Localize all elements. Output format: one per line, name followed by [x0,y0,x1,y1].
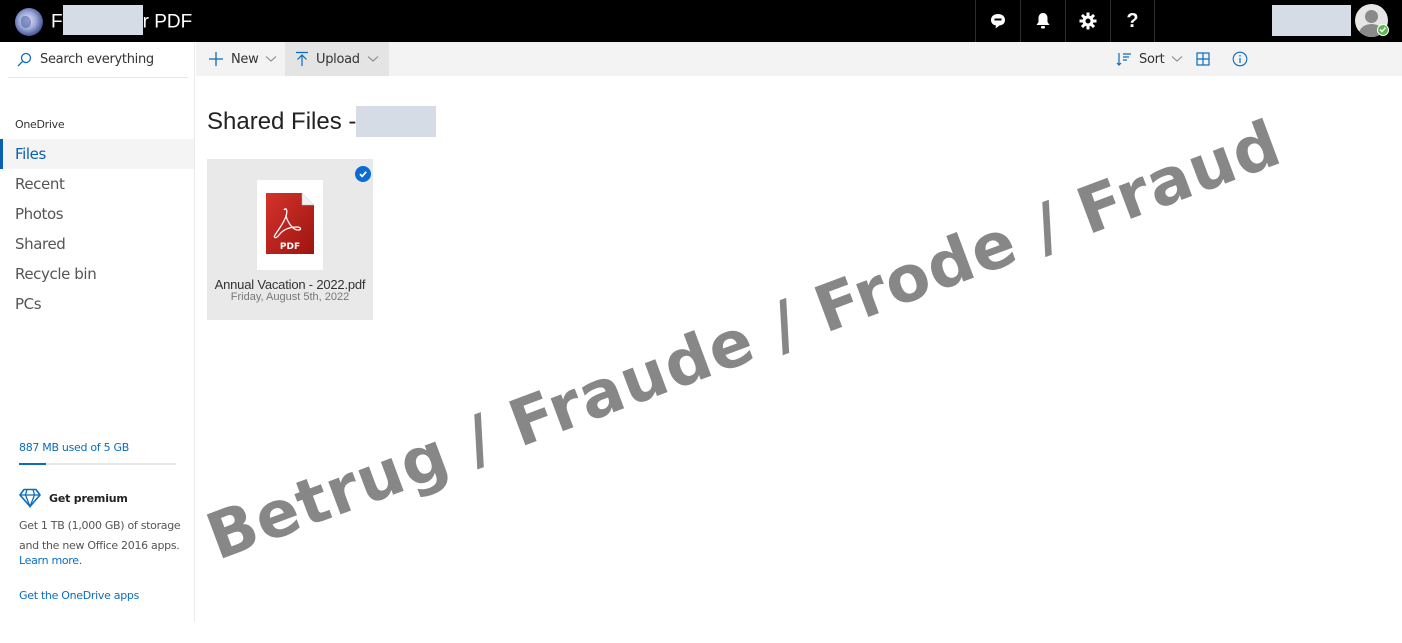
sort-icon [1116,53,1131,66]
chevron-down-icon [266,56,277,62]
nav-list: Files Recent Photos Shared Recycle bin P… [0,139,194,319]
diamond-icon [19,488,41,508]
new-label: New [231,51,259,67]
redacted-block [356,106,436,137]
app-title-prefix: F [51,11,63,33]
feedback-button[interactable] [975,0,1020,42]
globe-logo-icon [15,8,43,36]
chevron-down-icon [1172,56,1183,62]
pdf-file-icon: PDF [266,193,314,254]
learn-more-link[interactable]: Learn more. [19,554,82,567]
view-toggle-button[interactable] [1193,42,1213,76]
chevron-down-icon [367,56,379,62]
plus-icon [209,52,223,66]
presence-online-icon [1377,24,1389,36]
section-heading: OneDrive [15,118,65,131]
app-title: Fr PDF [51,5,193,35]
avatar-head-shape [1365,10,1378,23]
settings-button[interactable] [1065,0,1110,42]
file-tile[interactable]: PDF Annual Vacation - 2022.pdf Friday, A… [207,159,373,320]
top-bar: Fr PDF ? [0,0,1402,42]
new-button[interactable]: New [196,42,287,76]
get-apps-link[interactable]: Get the OneDrive apps [19,589,139,602]
upload-button[interactable]: Upload [285,42,389,76]
sidebar-item-shared[interactable]: Shared [0,229,194,259]
upload-label: Upload [316,51,360,67]
search-input[interactable]: Search everything [40,52,154,67]
user-name-redacted [1272,5,1351,36]
chat-icon [991,14,1005,29]
file-name[interactable]: Annual Vacation - 2022.pdf [207,277,373,292]
premium-title: Get premium [49,492,128,505]
gear-icon [1079,12,1097,30]
selected-check-icon[interactable] [355,166,371,182]
storage-quota-link[interactable]: 887 MB used of 5 GB [19,441,129,454]
bell-icon [1036,13,1050,29]
sidebar-item-recycle-bin[interactable]: Recycle bin [0,259,194,289]
search-box[interactable]: Search everything [8,42,188,78]
pdf-type-label: PDF [280,242,300,252]
help-icon: ? [1126,9,1139,32]
sidebar-item-pcs[interactable]: PCs [0,289,194,319]
app-title-suffix: r PDF [142,11,193,33]
file-date: Friday, August 5th, 2022 [230,291,350,303]
file-thumbnail: PDF [257,180,323,270]
page-title: Shared Files - [207,108,357,135]
sort-label: Sort [1139,51,1165,67]
sidebar-item-photos[interactable]: Photos [0,199,194,229]
info-icon [1232,51,1248,67]
redacted-block [62,5,143,35]
help-button[interactable]: ? [1110,0,1155,42]
sidebar: Search everything OneDrive Files Recent … [0,42,195,622]
notifications-button[interactable] [1020,0,1065,42]
sidebar-item-files[interactable]: Files [0,139,194,169]
storage-progress-bar [19,463,176,465]
search-icon [17,52,32,66]
command-bar: New Upload Sort [196,42,1402,76]
grid-view-icon [1196,52,1210,66]
details-pane-button[interactable] [1230,42,1250,76]
premium-description: Get 1 TB (1,000 GB) of storage and the n… [19,519,181,552]
storage-progress-fill [19,463,46,465]
sidebar-item-recent[interactable]: Recent [0,169,194,199]
upload-icon [296,51,308,66]
sort-button[interactable]: Sort [1110,42,1189,76]
